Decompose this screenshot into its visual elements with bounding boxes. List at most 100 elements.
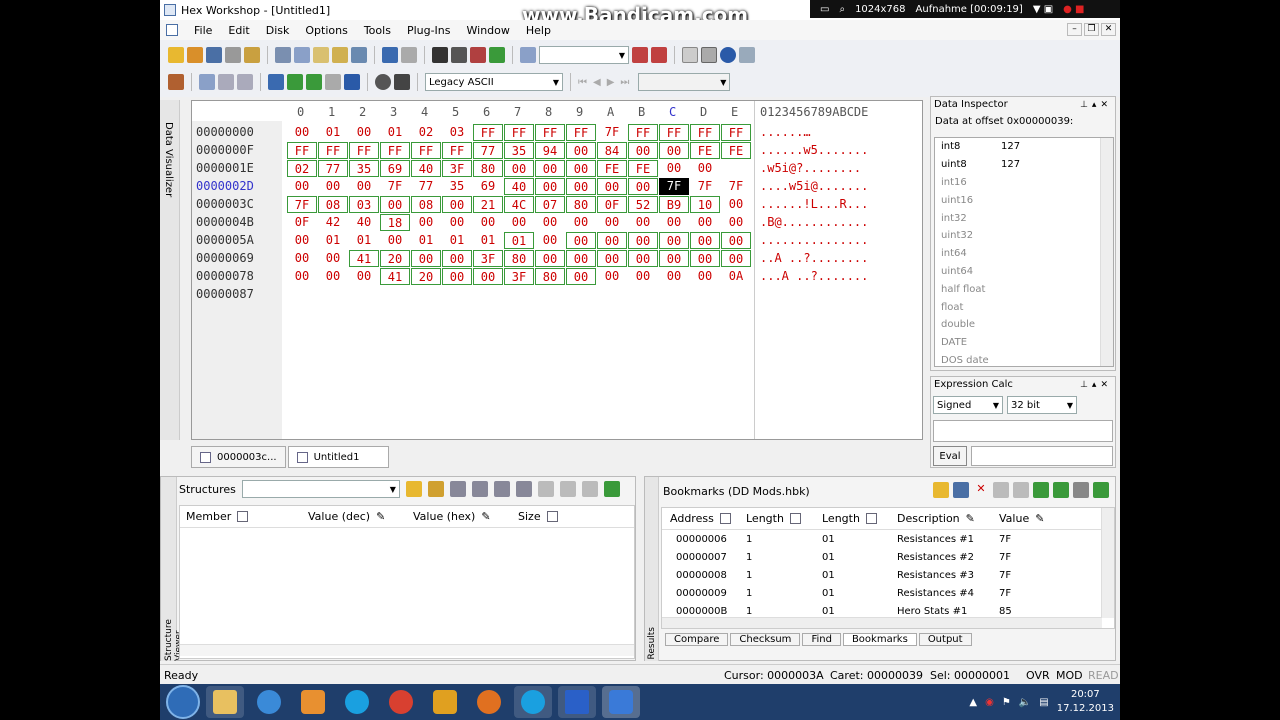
menu-tools[interactable]: Tools [356, 24, 399, 37]
camera-icon[interactable]: ▼ ▣ [1033, 4, 1053, 15]
inspector-row[interactable]: int32 [935, 209, 1113, 227]
skype-active-icon[interactable] [514, 686, 552, 718]
hex-byte[interactable]: FF [535, 124, 565, 141]
tab-compare[interactable]: Compare [665, 633, 729, 646]
hex-byte[interactable]: 03 [442, 124, 472, 141]
hex-byte[interactable]: 7F [597, 124, 627, 141]
hex-byte[interactable]: 00 [659, 160, 689, 177]
hex-byte[interactable]: FF [349, 142, 379, 159]
collapse-icon[interactable] [471, 481, 488, 497]
hex-byte[interactable]: FF [504, 124, 534, 141]
data-visualizer-strip[interactable]: Data Visualizer [160, 100, 180, 440]
hex-byte[interactable]: 00 [721, 196, 751, 213]
hex-byte[interactable]: 77 [473, 142, 503, 159]
hex-byte[interactable]: 4C [504, 196, 534, 213]
hex-byte[interactable]: 00 [721, 232, 751, 249]
hex-byte[interactable]: 7F [659, 178, 689, 195]
col-length-hex[interactable]: Length [822, 512, 897, 525]
hex-byte[interactable]: 00 [597, 268, 627, 285]
structures-select[interactable]: ▼ [241, 480, 400, 498]
hex-byte[interactable]: 00 [380, 232, 410, 249]
ascii-text[interactable]: ......… [760, 125, 811, 139]
hex-byte[interactable]: 00 [566, 178, 596, 195]
hex-byte[interactable]: 77 [411, 178, 441, 195]
restore-button[interactable]: ❐ [1084, 23, 1099, 36]
hex-byte[interactable]: 01 [380, 124, 410, 141]
menu-window[interactable]: Window [459, 24, 518, 37]
hex-byte[interactable]: FF [442, 142, 472, 159]
col-value[interactable]: Value ✎ [999, 512, 1059, 525]
media-player-icon[interactable] [294, 686, 332, 718]
hex-byte[interactable]: 00 [659, 250, 689, 267]
cut-icon[interactable] [275, 47, 291, 63]
base-converter-icon[interactable] [682, 47, 698, 63]
hex-byte[interactable]: FF [411, 142, 441, 159]
hex-byte[interactable]: 00 [318, 268, 348, 285]
volume-icon[interactable]: 🔈 [1019, 697, 1031, 708]
hex-byte[interactable]: 20 [411, 268, 441, 285]
hex-byte[interactable]: 00 [442, 196, 472, 213]
hex-byte[interactable]: 94 [535, 142, 565, 159]
find-forward-icon[interactable] [651, 47, 667, 63]
sign-select[interactable]: Signed ▼ [933, 396, 1003, 414]
hex-byte[interactable]: 00 [659, 232, 689, 249]
clock[interactable]: 20:07 17.12.2013 [1057, 688, 1114, 716]
hex-byte[interactable]: 00 [628, 268, 658, 285]
add-bookmark-icon[interactable] [1033, 482, 1049, 498]
undo-icon[interactable] [382, 47, 398, 63]
statistics-icon[interactable] [344, 74, 360, 90]
find-next-icon[interactable] [451, 47, 467, 63]
checksum-icon[interactable] [268, 74, 284, 90]
hex-byte[interactable]: 0A [721, 268, 751, 285]
hex-byte[interactable]: 01 [442, 232, 472, 249]
inspector-row[interactable]: half float [935, 280, 1113, 298]
hex-byte[interactable]: 18 [380, 214, 410, 231]
up-icon[interactable] [515, 481, 532, 497]
expand-icon[interactable] [449, 481, 466, 497]
hex-byte[interactable]: FE [721, 142, 751, 159]
hex-byte[interactable]: FF [721, 124, 751, 141]
hex-byte[interactable]: FE [690, 142, 720, 159]
operations-icon[interactable] [325, 74, 341, 90]
search-icon[interactable]: ⌕ [839, 4, 845, 15]
tab-bookmarks[interactable]: Bookmarks [842, 633, 917, 646]
inspector-row[interactable]: float [935, 298, 1113, 316]
ascii-text[interactable]: ............... [760, 233, 868, 247]
hex-byte[interactable]: FF [566, 124, 596, 141]
hex-byte[interactable]: 00 [628, 214, 658, 231]
tab-compare-doc[interactable]: 0000003c... [191, 446, 286, 468]
hex-byte[interactable]: B9 [659, 196, 689, 213]
compare-icon[interactable] [199, 74, 215, 90]
new-icon[interactable] [168, 47, 184, 63]
copy-icon[interactable] [537, 481, 554, 497]
hex-byte[interactable]: 00 [535, 250, 565, 267]
hex-byte[interactable]: 00 [628, 142, 658, 159]
hex-byte[interactable]: 10 [690, 196, 720, 213]
explorer-icon[interactable] [206, 686, 244, 718]
tab-untitled1[interactable]: Untitled1 [287, 446, 389, 468]
copy-icon[interactable] [993, 482, 1009, 498]
inspector-row[interactable]: uint32 [935, 227, 1113, 245]
menu-options[interactable]: Options [297, 24, 355, 37]
hex-byte[interactable]: FF [659, 124, 689, 141]
tools-icon[interactable] [701, 47, 717, 63]
open-structure-icon[interactable] [405, 481, 422, 497]
hex-byte[interactable]: 35 [504, 142, 534, 159]
hex-byte[interactable]: 00 [287, 124, 317, 141]
hex-byte[interactable]: 00 [566, 232, 596, 249]
inspector-row[interactable]: uint8 127 [935, 156, 1113, 174]
hex-byte[interactable]: FE [597, 160, 627, 177]
bookmarks-vscroll[interactable] [1101, 508, 1114, 618]
goto-icon[interactable] [489, 47, 505, 63]
inspector-row[interactable]: uint64 [935, 263, 1113, 281]
hex-byte[interactable]: 00 [690, 214, 720, 231]
hex-byte[interactable]: 7F [690, 178, 720, 195]
col-size[interactable]: Size [518, 510, 618, 523]
hex-byte[interactable]: 40 [504, 178, 534, 195]
hex-byte[interactable]: 20 [380, 250, 410, 267]
hex-byte[interactable]: 01 [411, 232, 441, 249]
copy-icon[interactable] [294, 47, 310, 63]
hex-byte[interactable]: 03 [349, 196, 379, 213]
macro-icon[interactable] [720, 47, 736, 63]
menu-edit[interactable]: Edit [220, 24, 257, 37]
